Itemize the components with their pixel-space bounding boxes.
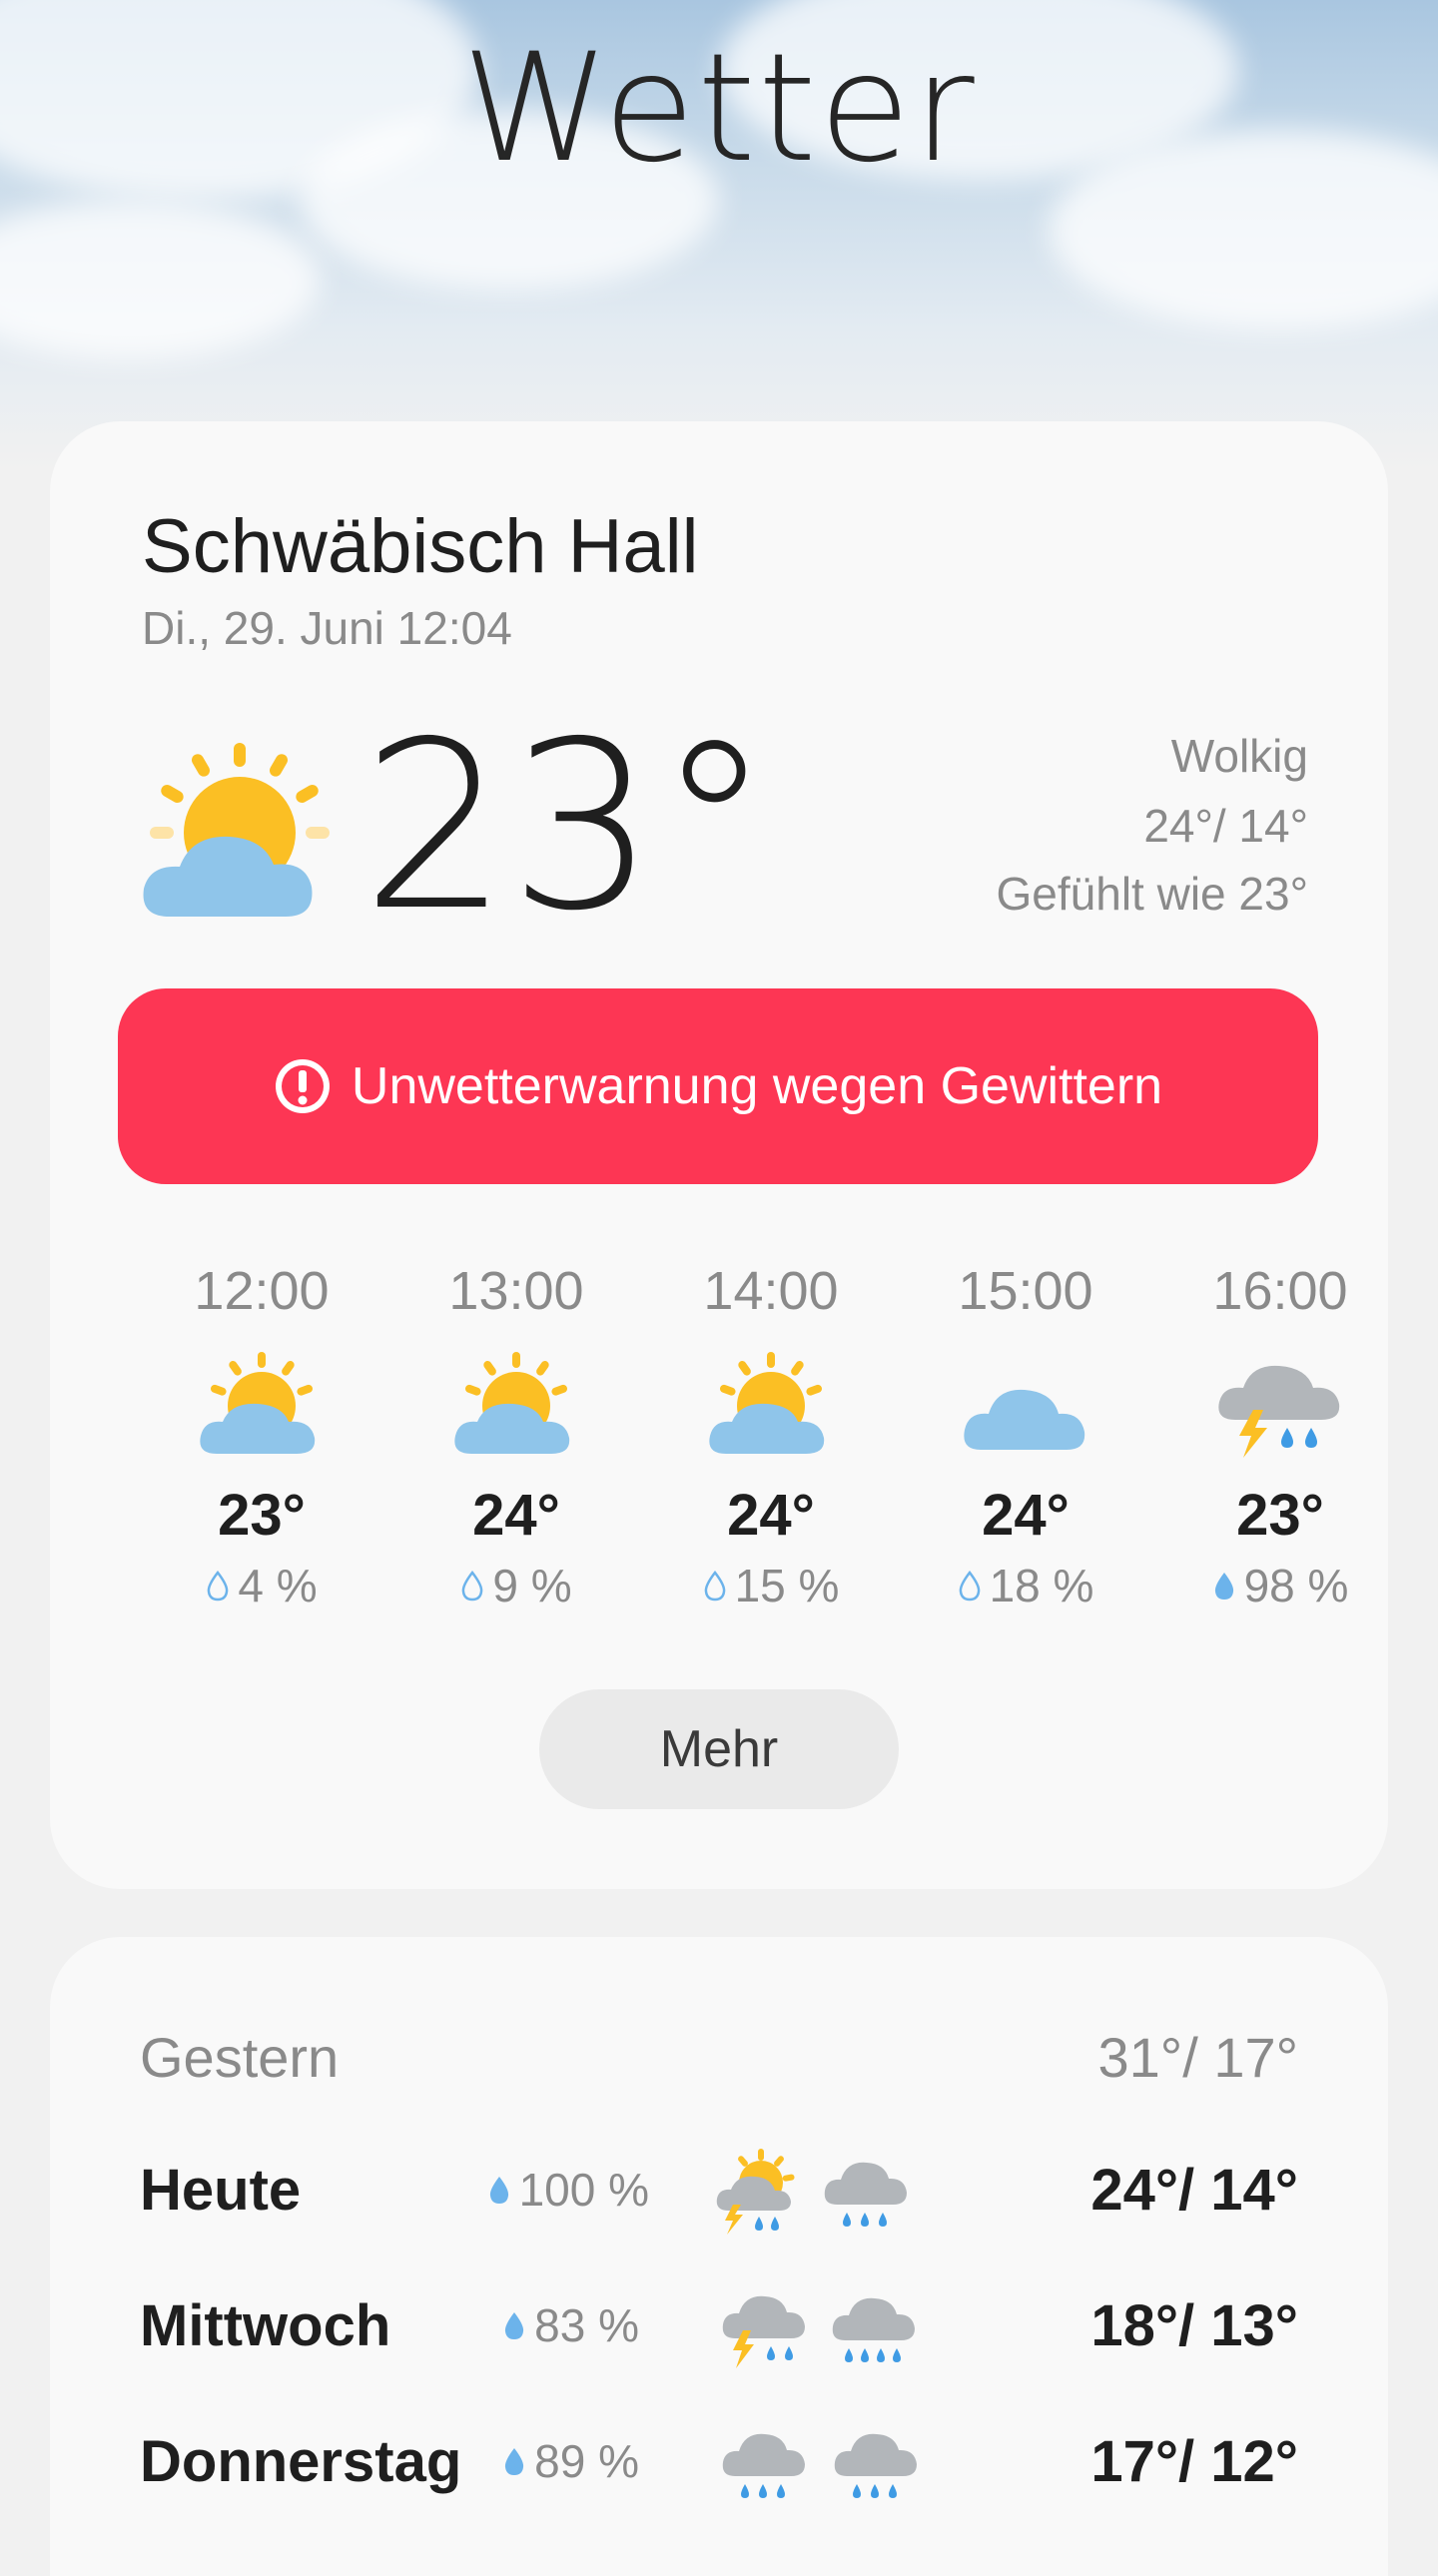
feels-like: Gefühlt wie 23°	[996, 868, 1308, 920]
heavy-rain-icon	[832, 2297, 915, 2362]
thunderstorm-icon	[722, 2295, 805, 2368]
app-title: Wetter	[461, 22, 977, 196]
rain-cloud-icon	[834, 2433, 917, 2498]
precip-value: 9 %	[492, 1560, 572, 1611]
hour-temperature: 23°	[218, 1483, 306, 1548]
precip-value: 15 %	[734, 1560, 840, 1611]
daily-forecast-row[interactable]: Donnerstag 89 % 17°/ 12°	[50, 2408, 1388, 2518]
current-weather-card[interactable]: Schwäbisch Hall Di., 29. Juni 12:04 23° …	[50, 421, 1388, 1889]
precip-value: 83 %	[534, 2299, 639, 2351]
hourly-forecast-item[interactable]: 13:00 24° 9 %	[406, 1260, 626, 1612]
drop-outline-icon	[462, 1570, 483, 1602]
hour-precipitation: 98 %	[1170, 1559, 1390, 1612]
hour-temperature: 23°	[1236, 1483, 1324, 1548]
hourly-forecast-item[interactable]: 12:00 23° 4 %	[152, 1260, 371, 1612]
hourly-forecast-item[interactable]: 16:00 23° 98 %	[1170, 1260, 1390, 1612]
day-precipitation: 89 %	[502, 2434, 639, 2488]
drop-outline-icon	[704, 1570, 725, 1602]
day-precipitation: 83 %	[502, 2298, 639, 2352]
precip-value: 98 %	[1243, 1560, 1349, 1611]
rain-cloud-icon	[722, 2433, 805, 2498]
thunderstorm-icon	[1218, 1365, 1340, 1458]
daily-forecast-card[interactable]: Gestern 31°/ 17° Heute 100 % 24°/ 14° Mi…	[50, 1937, 1388, 2576]
partly-cloudy-icon	[454, 1352, 570, 1454]
sun-thunder-rain-icon	[716, 2149, 795, 2235]
day-temperature-range: 18°/ 13°	[1090, 2293, 1298, 2358]
hourly-forecast-item[interactable]: 15:00 24° 18 %	[916, 1260, 1135, 1612]
partly-cloudy-icon	[709, 1352, 825, 1454]
day-name: Mittwoch	[140, 2293, 391, 2358]
hour-time: 14:00	[703, 1261, 839, 1321]
drop-filled-icon	[1214, 1573, 1233, 1600]
hour-temperature: 24°	[982, 1483, 1070, 1548]
day-temperature-range: 24°/ 14°	[1090, 2158, 1298, 2223]
hour-time: 13:00	[448, 1261, 584, 1321]
partly-cloudy-icon	[200, 1352, 316, 1454]
yesterday-label: Gestern	[140, 2026, 340, 2089]
exclamation-circle-icon	[275, 1059, 330, 1113]
hourly-forecast-item[interactable]: 14:00 24° 15 %	[661, 1260, 881, 1612]
day-name: Donnerstag	[140, 2429, 462, 2494]
condition-text: Wolkig	[1170, 730, 1308, 782]
yesterday-range: 31°/ 17°	[1097, 2026, 1298, 2089]
more-button[interactable]: Mehr	[539, 1689, 899, 1809]
hour-time: 12:00	[194, 1261, 330, 1321]
hour-temperature: 24°	[472, 1483, 560, 1548]
precip-value: 18 %	[989, 1560, 1094, 1611]
hour-temperature: 24°	[727, 1483, 815, 1548]
temperature-range: 24°/ 14°	[1143, 800, 1308, 852]
sky-header-background: Wetter	[0, 0, 1438, 469]
day-precipitation: 100 %	[487, 2163, 649, 2217]
partly-cloudy-icon	[143, 743, 330, 917]
drop-filled-icon	[489, 2177, 508, 2204]
drop-filled-icon	[505, 2312, 524, 2339]
day-name: Heute	[140, 2158, 302, 2223]
hour-time: 16:00	[1212, 1261, 1348, 1321]
cloud-icon	[964, 1389, 1085, 1450]
location-name: Schwäbisch Hall	[142, 504, 699, 589]
severe-weather-warning[interactable]: Unwetterwarnung wegen Gewittern	[118, 988, 1318, 1184]
hour-time: 15:00	[958, 1261, 1093, 1321]
rain-cloud-icon	[824, 2162, 907, 2227]
hour-precipitation: 18 %	[916, 1559, 1135, 1612]
drop-outline-icon	[959, 1570, 980, 1602]
hour-precipitation: 9 %	[406, 1559, 626, 1612]
drop-filled-icon	[505, 2448, 524, 2475]
day-temperature-range: 17°/ 12°	[1090, 2429, 1298, 2494]
daily-forecast-row[interactable]: Mittwoch 83 % 18°/ 13°	[50, 2272, 1388, 2382]
precip-value: 89 %	[534, 2435, 639, 2487]
daily-forecast-row[interactable]: Heute 100 % 24°/ 14°	[50, 2137, 1388, 2247]
hour-precipitation: 15 %	[661, 1559, 881, 1612]
warning-text: Unwetterwarnung wegen Gewittern	[351, 1057, 1163, 1115]
hour-precipitation: 4 %	[152, 1559, 371, 1612]
precip-value: 4 %	[238, 1560, 318, 1611]
current-datetime: Di., 29. Juni 12:04	[142, 602, 512, 654]
current-temperature: 23°	[361, 692, 773, 962]
drop-outline-icon	[208, 1570, 229, 1602]
precip-value: 100 %	[518, 2164, 649, 2216]
